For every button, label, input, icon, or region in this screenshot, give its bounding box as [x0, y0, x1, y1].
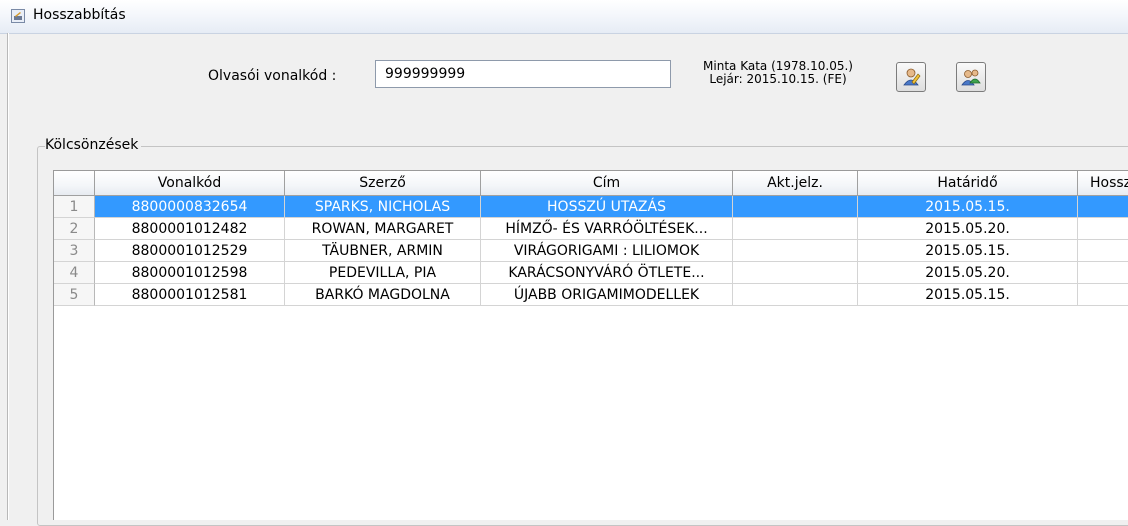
- cell-author[interactable]: ROWAN, MARGARET: [285, 218, 481, 240]
- cell-due-date[interactable]: 2015.05.15.: [858, 196, 1078, 218]
- cell-barcode[interactable]: 8800001012529: [95, 240, 285, 262]
- window-titlebar: Hosszabbítás: [0, 0, 1128, 34]
- cell-title[interactable]: VIRÁGORIGAMI : LILIOMOK: [481, 240, 733, 262]
- edit-reader-button[interactable]: [896, 62, 926, 92]
- row-number: 5: [54, 284, 95, 306]
- table-row[interactable]: 5 8800001012581 BARKÓ MAGDOLNA ÚJABB ORI…: [54, 284, 1128, 306]
- cell-extension[interactable]: [1078, 218, 1128, 240]
- cell-extension[interactable]: [1078, 284, 1128, 306]
- cell-due-date[interactable]: 2015.05.15.: [858, 284, 1078, 306]
- cell-due-date[interactable]: 2015.05.20.: [858, 218, 1078, 240]
- cell-barcode[interactable]: 8800001012581: [95, 284, 285, 306]
- column-header-extension[interactable]: Hossz: [1078, 171, 1128, 196]
- cell-barcode[interactable]: 8800001012598: [95, 262, 285, 284]
- column-header-rownum: [54, 171, 95, 196]
- table-row[interactable]: 4 8800001012598 PEDEVILLA, PIA KARÁCSONY…: [54, 262, 1128, 284]
- window-border-highlight: [8, 33, 9, 520]
- cell-author[interactable]: BARKÓ MAGDOLNA: [285, 284, 481, 306]
- cell-due-date[interactable]: 2015.05.20.: [858, 262, 1078, 284]
- cell-barcode[interactable]: 8800001012482: [95, 218, 285, 240]
- row-number: 2: [54, 218, 95, 240]
- cell-author[interactable]: SPARKS, NICHOLAS: [285, 196, 481, 218]
- row-number: 4: [54, 262, 95, 284]
- column-header-author[interactable]: Szerző: [285, 171, 481, 196]
- row-number: 1: [54, 196, 95, 218]
- table-row[interactable]: 2 8800001012482 ROWAN, MARGARET HÍMZŐ- É…: [54, 218, 1128, 240]
- loans-group-title: Kölcsönzések: [45, 137, 142, 153]
- loans-table[interactable]: Vonalkód Szerző Cím Akt.jelz. Határidő H…: [53, 170, 1128, 520]
- cell-title[interactable]: HOSSZÚ UTAZÁS: [481, 196, 733, 218]
- cell-call-number[interactable]: [733, 196, 858, 218]
- reader-expiry: Lejár: 2015.10.15. (FE): [709, 72, 847, 86]
- cell-title[interactable]: ÚJABB ORIGAMIMODELLEK: [481, 284, 733, 306]
- reader-barcode-label: Olvasói vonalkód :: [208, 68, 337, 84]
- cell-author[interactable]: TÄUBNER, ARMIN: [285, 240, 481, 262]
- cell-extension[interactable]: [1078, 240, 1128, 262]
- app-window-icon: [11, 9, 25, 23]
- cell-extension[interactable]: [1078, 262, 1128, 284]
- cell-title[interactable]: KARÁCSONYVÁRÓ ÖTLETE...: [481, 262, 733, 284]
- cell-call-number[interactable]: [733, 262, 858, 284]
- column-header-barcode[interactable]: Vonalkód: [95, 171, 285, 196]
- reader-barcode-input[interactable]: [375, 60, 671, 88]
- edit-reader-icon: [903, 68, 921, 86]
- reader-details-button[interactable]: [956, 62, 986, 92]
- cell-barcode[interactable]: 8800000832654: [95, 196, 285, 218]
- reader-details-icon: [961, 69, 981, 86]
- cell-due-date[interactable]: 2015.05.15.: [858, 240, 1078, 262]
- table-header: Vonalkód Szerző Cím Akt.jelz. Határidő H…: [54, 171, 1128, 196]
- cell-extension[interactable]: [1078, 196, 1128, 218]
- column-header-due-date[interactable]: Határidő: [858, 171, 1078, 196]
- cell-title[interactable]: HÍMZŐ- ÉS VARRÓÖLTÉSEK...: [481, 218, 733, 240]
- cell-author[interactable]: PEDEVILLA, PIA: [285, 262, 481, 284]
- cell-call-number[interactable]: [733, 218, 858, 240]
- reader-info: Minta Kata (1978.10.05.) Lejár: 2015.10.…: [678, 60, 878, 86]
- row-number: 3: [54, 240, 95, 262]
- cell-call-number[interactable]: [733, 240, 858, 262]
- table-row[interactable]: 3 8800001012529 TÄUBNER, ARMIN VIRÁGORIG…: [54, 240, 1128, 262]
- table-row[interactable]: 1 8800000832654 SPARKS, NICHOLAS HOSSZÚ …: [54, 196, 1128, 218]
- column-header-title[interactable]: Cím: [481, 171, 733, 196]
- column-header-call-number[interactable]: Akt.jelz.: [733, 171, 858, 196]
- window-title: Hosszabbítás: [33, 7, 126, 23]
- cell-call-number[interactable]: [733, 284, 858, 306]
